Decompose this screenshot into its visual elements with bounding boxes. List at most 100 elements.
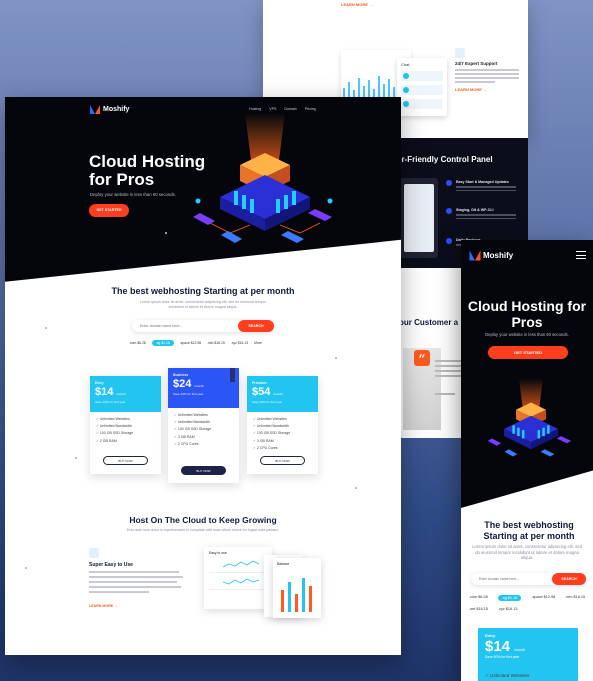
- hero-subtitle: Deploy your website in less than 60 seco…: [90, 192, 176, 197]
- tld-item[interactable]: .com $6.28: [469, 595, 488, 601]
- domain-search: SEARCH: [132, 320, 274, 332]
- hamburger-menu-icon[interactable]: [576, 251, 586, 259]
- brand-logo[interactable]: Moshify: [469, 250, 514, 261]
- domain-search-input[interactable]: [140, 323, 230, 329]
- easy-use-icon: [89, 548, 99, 558]
- nav-link-hosting[interactable]: Hosting: [249, 107, 261, 111]
- brand-name: Moshify: [483, 251, 514, 260]
- nav-link-pricing[interactable]: Pricing: [305, 107, 316, 111]
- balance-panel: Balance: [273, 558, 321, 618]
- feature-item: Unlimited Bandwidth: [96, 424, 155, 428]
- tld-item[interactable]: .xyz $16.13: [498, 607, 517, 611]
- desktop-page: Moshify Hosting VPS Domain Pricing Cloud…: [5, 97, 401, 655]
- plan-features: Unlimited Websites Unlimited Bandwidth 1…: [247, 412, 318, 458]
- learn-more-link[interactable]: LEARN MORE →: [341, 2, 373, 7]
- nav-link-domain[interactable]: Domain: [284, 107, 296, 111]
- feature-icon: [446, 180, 452, 186]
- plan-note: Save 40% for first year: [485, 655, 520, 659]
- feature-title: Staging, Git & WP-CLI: [456, 208, 494, 212]
- stats-panel: Easy to use: [204, 547, 272, 609]
- feature-item: 100 GB SSD Storage: [174, 427, 233, 431]
- section-title-cloud: Host On The Cloud to Keep Growing: [129, 515, 277, 525]
- feature-item: 100 GB SSD Storage: [253, 431, 312, 435]
- isometric-server-illustration: [487, 378, 572, 457]
- plan-features: Unlimited Websites Unlimited Bandwidth 1…: [168, 408, 239, 454]
- section-description: Lorem ipsum dolor sit amet, consectetur …: [139, 300, 267, 309]
- testimonial-title: our Customer a: [399, 318, 459, 327]
- buy-now-button[interactable]: BUY NOW: [260, 456, 305, 465]
- phone-mockup: [400, 178, 438, 258]
- domain-search-input[interactable]: [479, 576, 539, 582]
- get-started-button[interactable]: GET STARTED: [89, 204, 129, 217]
- plan-price: $54 /month: [252, 386, 283, 398]
- tld-item[interactable]: .info $18.15: [207, 341, 225, 345]
- plan-note: Save 40% for first year: [252, 400, 283, 404]
- support-feature: 24/7 Expert Support LEARN MORE →: [455, 48, 525, 92]
- mobile-hero: Moshify Cloud Hosting for Pros Deploy yo…: [461, 240, 593, 508]
- hero-section: Moshify Hosting VPS Domain Pricing Cloud…: [5, 97, 401, 282]
- feature-item: Unlimited Bandwidth: [174, 420, 233, 424]
- feature-icon: [446, 238, 452, 244]
- pricing-card-business: Business $24 /month Save 40% for first y…: [168, 368, 239, 483]
- plan-price: $14 /month: [485, 638, 526, 655]
- tld-price-list: .com $6.28 .sg $1.18 .space $12.98 .info…: [469, 595, 587, 611]
- pricing-card-premium: Premium $54 /month Save 40% for first ye…: [247, 376, 318, 474]
- feature-item: Unlimited Websites: [96, 417, 155, 421]
- stat-row: [209, 559, 267, 573]
- learn-more-link[interactable]: LEARN MORE →: [89, 604, 118, 608]
- feature-item: 100 GB SSD Storage: [96, 431, 155, 435]
- support-title: 24/7 Expert Support: [455, 61, 498, 66]
- chat-row: [401, 71, 443, 81]
- support-icon: [455, 48, 465, 58]
- section-title-pricing: The best webhosting Starting at per mont…: [483, 520, 575, 541]
- feature-item: Unlimited Websites: [253, 417, 312, 421]
- buy-now-button[interactable]: BUY NOW: [181, 466, 226, 475]
- plan-price: $24 /month: [173, 378, 204, 390]
- tld-price-list: .com $6.28 .sg $1.18 .space $12.98 .info…: [129, 340, 262, 346]
- tld-item-highlighted[interactable]: .sg $1.18: [497, 595, 522, 601]
- control-panel-title: er-Friendly Control Panel: [397, 155, 493, 164]
- chat-row: [401, 85, 443, 95]
- tld-item[interactable]: .space $12.98: [180, 341, 201, 345]
- feature-title: Super Easy to Use: [89, 562, 133, 568]
- brand-logo[interactable]: Moshify: [90, 105, 129, 114]
- feature-item: Easy Start & Managed Updates: [446, 180, 524, 191]
- nav-link-vps[interactable]: VPS: [269, 107, 276, 111]
- quote-icon: “: [414, 350, 430, 366]
- buy-now-button[interactable]: BUY NOW: [103, 456, 148, 465]
- feature-item: 3 GB RAM: [174, 435, 233, 439]
- hero-title: Cloud Hosting for Pros: [467, 298, 587, 330]
- pricing-card-entry: Entry $14 /month Save 40% for first year…: [90, 376, 161, 474]
- tld-item[interactable]: .com $6.28: [129, 341, 146, 345]
- stat-row: [209, 576, 267, 590]
- plan-price: $14 /month: [95, 386, 126, 398]
- section-title-pricing: The best webhosting Starting at per mont…: [111, 286, 295, 296]
- plan-features: Unlimited Websites Unlimited Bandwidth 1…: [90, 412, 161, 451]
- get-started-button[interactable]: GET STARTED: [488, 346, 568, 359]
- panel-title: Balance: [277, 562, 290, 566]
- tld-item[interactable]: .xyz $16.13: [231, 341, 248, 345]
- chat-card-title: Chat: [401, 62, 410, 67]
- tld-item[interactable]: .space $12.98: [531, 595, 555, 601]
- plan-note: Save 40% for first year: [173, 392, 204, 396]
- plan-note: Save 40% for first year: [95, 400, 126, 404]
- feature-item: 3 GB RAM: [253, 439, 312, 443]
- feature-title: Easy Start & Managed Updates: [456, 180, 509, 184]
- feature-item: 2 CPU Cores: [253, 446, 312, 450]
- plan-name: Business: [173, 373, 189, 377]
- domain-search-button[interactable]: SEARCH: [238, 320, 274, 332]
- tld-item-highlighted[interactable]: .sg $1.18: [151, 340, 174, 346]
- domain-search-button[interactable]: SEARCH: [552, 573, 586, 585]
- support-learn-more-link[interactable]: LEARN MORE →: [455, 87, 525, 92]
- section-description: Lorem ipsum dolor sit amet, consectetur …: [472, 544, 582, 560]
- hero-subtitle: Deploy your website in less than 60 seco…: [485, 332, 569, 337]
- isometric-server-illustration: [193, 113, 333, 243]
- pricing-card-header: Business $24 /month Save 40% for first y…: [168, 368, 239, 408]
- domain-search: SEARCH: [471, 573, 586, 585]
- tld-item[interactable]: .net $16.15: [469, 607, 488, 611]
- tld-more-link[interactable]: More: [254, 341, 262, 345]
- pricing-card-header: Entry $14 /month Save 40% for first year: [90, 376, 161, 412]
- tld-item[interactable]: .info $18.15: [565, 595, 585, 601]
- chat-card: Chat: [397, 58, 447, 116]
- feature-item: Staging, Git & WP-CLI: [446, 208, 524, 219]
